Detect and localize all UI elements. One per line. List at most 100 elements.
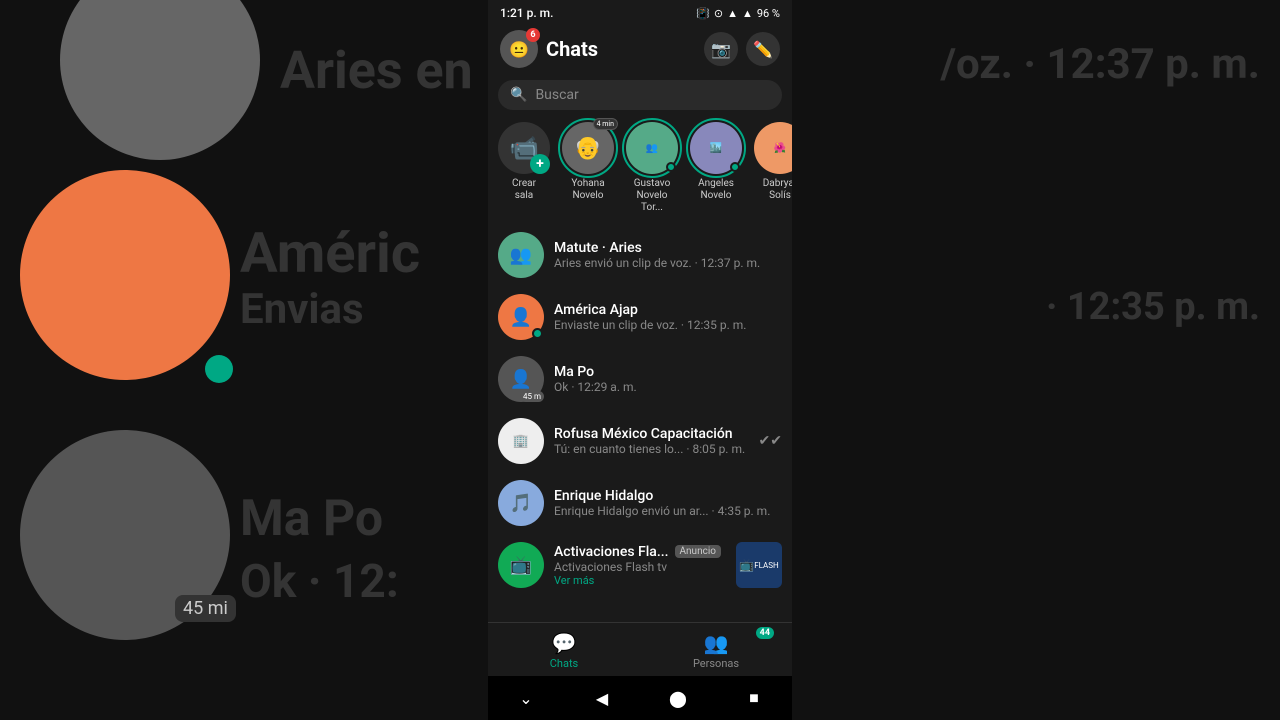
double-check-icon-rofusa: ✔✔: [759, 433, 782, 449]
chat-preview-mapo: Ok · 12:29 a. m.: [554, 380, 782, 394]
chat-item-rofusa[interactable]: 🏢 Rofusa México Capacitación Tú: en cuan…: [488, 410, 792, 472]
create-plus-icon: +: [530, 154, 550, 174]
header: 😐 6 Chats 📷 ✏️: [488, 24, 792, 76]
chat-avatar-enrique: 🎵: [498, 480, 544, 526]
search-icon: 🔍: [510, 87, 527, 103]
bg-timer-badge: 45 mi: [175, 595, 236, 622]
battery-icon: 96 %: [757, 7, 780, 20]
chat-avatar-activaciones: 📺: [498, 542, 544, 588]
search-placeholder: Buscar: [535, 87, 578, 103]
bg-circle-top: [60, 0, 260, 160]
story-label-crear: Crearsala: [512, 178, 536, 202]
chat-list: 👥 Matute · Aries Aries envió un clip de …: [488, 224, 792, 622]
story-avatar-wrap-dabryar: 🌺: [754, 122, 792, 174]
nav-recent-button[interactable]: ■: [740, 684, 768, 712]
chat-info-america: América Ajap Enviaste un clip de voz. · …: [554, 302, 782, 332]
alarm-icon: ⊙: [714, 7, 723, 20]
story-avatar-dabryar: 🌺: [754, 122, 792, 174]
search-bar[interactable]: 🔍 Buscar: [498, 80, 782, 110]
chat-online-america: [532, 328, 543, 339]
story-item-crear-sala[interactable]: 📹 + Crearsala: [498, 122, 550, 214]
bg-text-mid-time: · 12:35 p. m.: [1046, 285, 1260, 329]
chat-name-rofusa: Rofusa México Capacitación: [554, 426, 749, 442]
chat-info-matute: Matute · Aries Aries envió un clip de vo…: [554, 240, 782, 270]
story-avatar-wrap-gustavo: 👥: [626, 122, 678, 174]
chat-info-activaciones: Activaciones Fla... Anuncio Activaciones…: [554, 544, 726, 587]
nav-down-button[interactable]: ⌄: [512, 684, 540, 712]
profile-avatar-wrap[interactable]: 😐 6: [500, 30, 538, 68]
chat-preview-activaciones: Activaciones Flash tv: [554, 560, 726, 574]
story-item-gustavo[interactable]: 👥 GustavoNovelo Tor...: [626, 122, 678, 214]
story-timer-yohana: 4 min: [593, 118, 618, 130]
camera-button[interactable]: 📷: [704, 32, 738, 66]
chats-nav-icon: 💬: [552, 631, 577, 655]
chat-name-mapo: Ma Po: [554, 364, 782, 380]
nav-back-button[interactable]: ◀: [588, 684, 616, 712]
story-avatar-wrap-yohana: 👴 4 min: [562, 122, 614, 174]
bg-text-mid-name: Améric: [240, 220, 420, 286]
chat-item-matute[interactable]: 👥 Matute · Aries Aries envió un clip de …: [488, 224, 792, 286]
vibrate-icon: 📳: [696, 7, 710, 20]
see-more-link[interactable]: Ver más: [554, 574, 726, 587]
chat-avatar-wrap-rofusa: 🏢: [498, 418, 544, 464]
bg-text-bot-name: Ma Po: [240, 490, 383, 548]
story-label-dabryar: DabryarSolís: [763, 178, 792, 202]
story-avatar-wrap-crear: 📹 +: [498, 122, 550, 174]
wifi-icon: ▲: [742, 7, 753, 20]
chat-meta-rofusa: ✔✔: [759, 433, 782, 449]
nav-chats[interactable]: 💬 Chats: [488, 623, 640, 676]
signal-icon: ▲: [727, 7, 738, 20]
chat-preview-matute: Aries envió un clip de voz. · 12:37 p. m…: [554, 256, 782, 270]
personas-nav-icon: 👥: [704, 631, 729, 655]
chat-name-activaciones: Activaciones Fla...: [554, 544, 669, 560]
bg-circle-mid: [20, 170, 230, 380]
edit-button[interactable]: ✏️: [746, 32, 780, 66]
bg-text-mid-preview: Envias: [240, 285, 364, 334]
story-online-angeles: [730, 162, 740, 172]
stories-row: 📹 + Crearsala 👴 4 min YohanaNovelo 👥: [488, 118, 792, 224]
story-label-yohana: YohanaNovelo: [571, 178, 604, 202]
bg-text-bot-preview: Ok · 12:: [240, 555, 399, 609]
status-bar: 1:21 p. m. 📳 ⊙ ▲ ▲ 96 %: [488, 0, 792, 24]
chat-preview-america: Enviaste un clip de voz. · 12:35 p. m.: [554, 318, 782, 332]
nav-home-button[interactable]: ⬤: [664, 684, 692, 712]
story-item-dabryar[interactable]: 🌺 DabryarSolís: [754, 122, 792, 214]
chat-info-rofusa: Rofusa México Capacitación Tú: en cuanto…: [554, 426, 749, 456]
chat-avatar-rofusa: 🏢: [498, 418, 544, 464]
personas-nav-label: Personas: [693, 657, 739, 670]
bottom-nav: 💬 Chats 44 👥 Personas: [488, 622, 792, 676]
phone-panel: 1:21 p. m. 📳 ⊙ ▲ ▲ 96 % 😐 6 Chats 📷 ✏️ 🔍…: [488, 0, 792, 720]
chat-avatar-matute: 👥: [498, 232, 544, 278]
chat-info-enrique: Enrique Hidalgo Enrique Hidalgo envió un…: [554, 488, 782, 518]
chat-item-america[interactable]: 👤 América Ajap Enviaste un clip de voz. …: [488, 286, 792, 348]
chat-avatar-wrap-matute: 👥: [498, 232, 544, 278]
chat-name-enrique: Enrique Hidalgo: [554, 488, 782, 504]
bg-online-dot: [205, 355, 233, 383]
nav-personas[interactable]: 44 👥 Personas: [640, 623, 792, 676]
chat-item-activaciones[interactable]: 📺 Activaciones Fla... Anuncio Activacion…: [488, 534, 792, 596]
personas-badge: 44: [756, 627, 774, 639]
chat-item-enrique[interactable]: 🎵 Enrique Hidalgo Enrique Hidalgo envió …: [488, 472, 792, 534]
story-avatar-wrap-angeles: 🏙️: [690, 122, 742, 174]
chat-name-matute: Matute · Aries: [554, 240, 782, 256]
chat-avatar-wrap-america: 👤: [498, 294, 544, 340]
chat-name-america: América Ajap: [554, 302, 782, 318]
chat-item-mapo[interactable]: 👤 45 m Ma Po Ok · 12:29 a. m.: [488, 348, 792, 410]
status-icons: 📳 ⊙ ▲ ▲ 96 %: [696, 7, 780, 20]
story-label-angeles: AngelesNovelo: [698, 178, 734, 202]
story-online-gustavo: [666, 162, 676, 172]
chat-preview-rofusa: Tú: en cuanto tienes lo... · 8:05 p. m.: [554, 442, 749, 456]
chat-avatar-wrap-mapo: 👤 45 m: [498, 356, 544, 402]
chat-avatar-wrap-enrique: 🎵: [498, 480, 544, 526]
story-item-angeles[interactable]: 🏙️ AngelesNovelo: [690, 122, 742, 214]
chats-nav-label: Chats: [550, 657, 578, 670]
story-label-gustavo: GustavoNovelo Tor...: [626, 178, 678, 214]
chat-timer-mapo: 45 m: [520, 391, 544, 402]
ad-thumbnail: 📺FLASH: [736, 542, 782, 588]
system-nav-bar: ⌄ ◀ ⬤ ■: [488, 676, 792, 720]
story-item-yohana[interactable]: 👴 4 min YohanaNovelo: [562, 122, 614, 214]
chat-preview-enrique: Enrique Hidalgo envió un ar... · 4:35 p.…: [554, 504, 782, 518]
chat-avatar-wrap-activaciones: 📺: [498, 542, 544, 588]
status-time: 1:21 p. m.: [500, 6, 553, 20]
ad-badge: Anuncio: [675, 545, 721, 558]
